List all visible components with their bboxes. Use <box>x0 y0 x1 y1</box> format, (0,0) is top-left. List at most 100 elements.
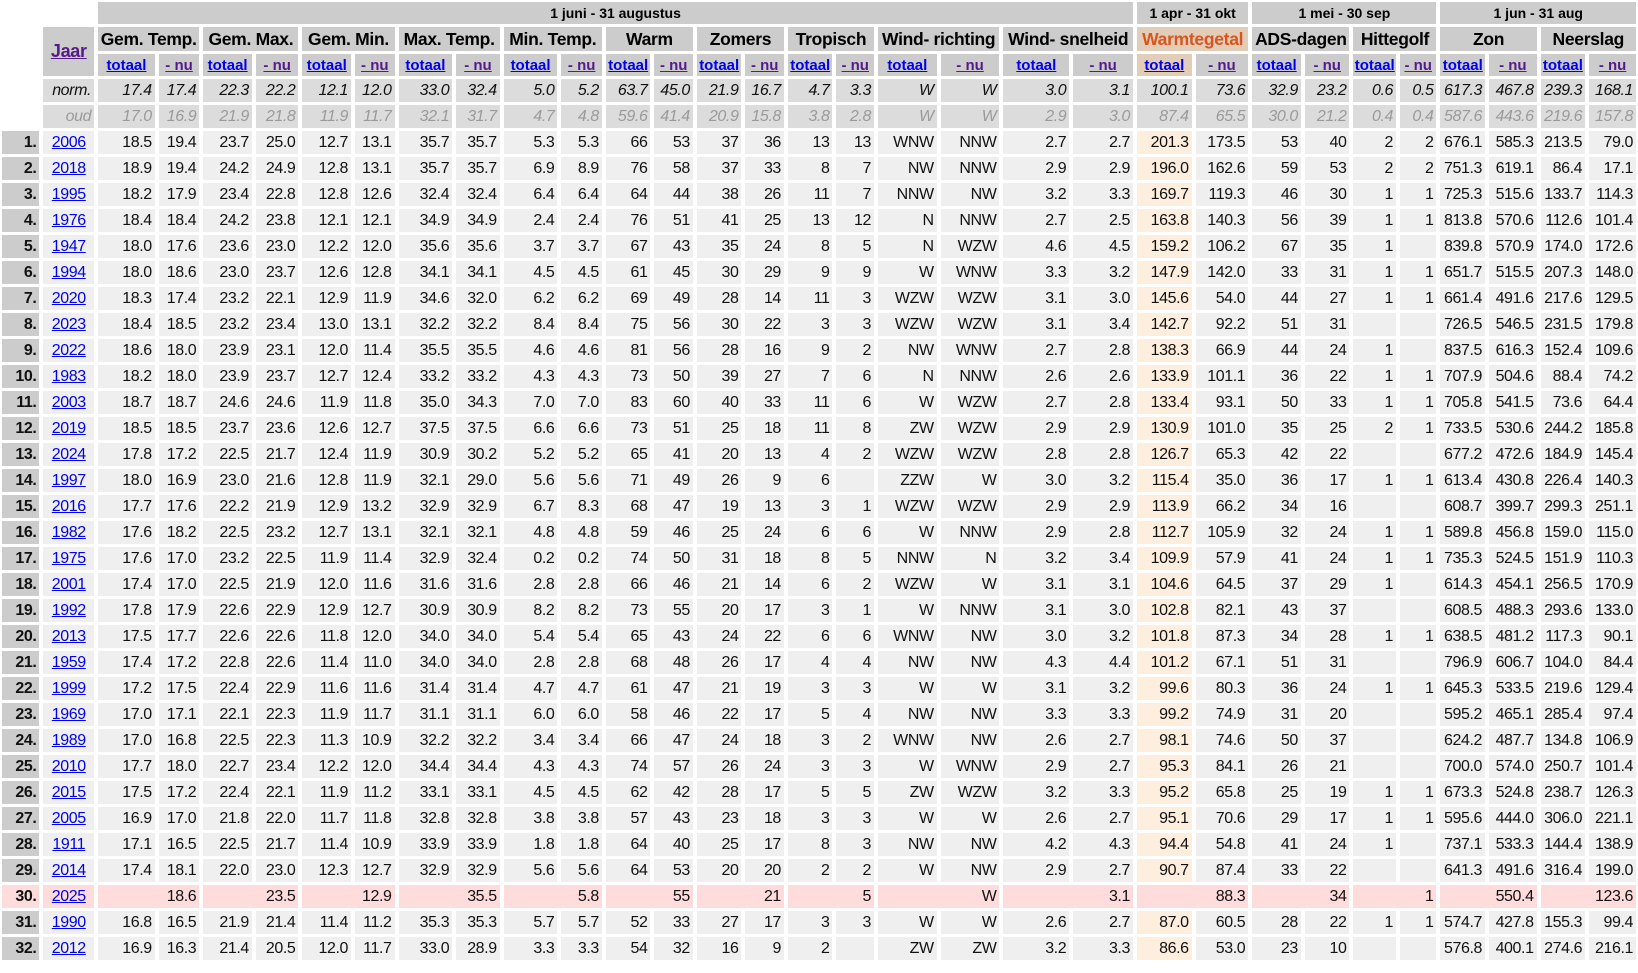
value-cell: 37 <box>1304 599 1350 622</box>
sort-nu-link[interactable]: - nu <box>464 57 492 74</box>
norm-value: 3.0 <box>1003 79 1070 102</box>
value-cell: 43 <box>1252 599 1301 622</box>
sort-totaal-link[interactable]: totaal <box>608 57 648 74</box>
value-cell: 576.8 <box>1440 937 1486 960</box>
value-cell: 3.1 <box>1003 313 1070 336</box>
value-cell: WZW <box>877 287 937 310</box>
sort-nu-link[interactable]: - nu <box>841 57 869 74</box>
sort-ads-dagen-nu: - nu <box>1304 54 1350 76</box>
sort-nu-link[interactable]: - nu <box>165 57 193 74</box>
sort-nu-link[interactable]: - nu <box>263 57 291 74</box>
sort-totaal-link[interactable]: totaal <box>887 57 927 74</box>
sort-nu-link[interactable]: - nu <box>956 57 984 74</box>
norm-label: norm. <box>43 79 95 102</box>
sort-gem-temp-totaal: totaal <box>98 54 155 76</box>
value-cell: 676.1 <box>1440 131 1486 154</box>
value-cell: 530.6 <box>1489 417 1537 440</box>
sort-totaal-link[interactable]: totaal <box>405 57 445 74</box>
sort-totaal-link[interactable]: totaal <box>1443 57 1483 74</box>
year-link[interactable]: 2005 <box>52 810 86 827</box>
sort-nu-link[interactable]: - nu <box>1313 57 1341 74</box>
year-link[interactable]: 2024 <box>52 446 86 463</box>
sort-nu-link[interactable]: - nu <box>660 57 688 74</box>
year-link[interactable]: 2025 <box>52 888 86 905</box>
sort-nu-link[interactable]: - nu <box>1404 57 1432 74</box>
year-link[interactable]: 2010 <box>52 758 86 775</box>
year-link[interactable]: 1982 <box>52 524 86 541</box>
sort-totaal-link[interactable]: totaal <box>1144 57 1184 74</box>
year-link[interactable]: 2020 <box>52 290 86 307</box>
rank-cell: 4. <box>2 209 40 232</box>
value-cell: 24 <box>1304 833 1350 856</box>
sort-totaal-link[interactable]: totaal <box>1355 57 1395 74</box>
sort-nu-link[interactable]: - nu <box>751 57 779 74</box>
sort-nu-link[interactable]: - nu <box>1208 57 1236 74</box>
sort-nu-link[interactable]: - nu <box>1499 57 1527 74</box>
year-link[interactable]: 1995 <box>52 186 86 203</box>
year-link[interactable]: 1992 <box>52 602 86 619</box>
value-cell: 49 <box>654 469 693 492</box>
sort-totaal-link[interactable]: totaal <box>1543 57 1583 74</box>
rank-cell: 30. <box>2 885 40 908</box>
sort-nu-link[interactable]: - nu <box>568 57 596 74</box>
year-link[interactable]: 1994 <box>52 264 86 281</box>
year-link[interactable]: 1969 <box>52 706 86 723</box>
year-link[interactable]: 2022 <box>52 342 86 359</box>
sort-totaal-link[interactable]: totaal <box>1016 57 1056 74</box>
year-link[interactable]: 2016 <box>52 498 86 515</box>
year-link[interactable]: 2019 <box>52 420 86 437</box>
sort-totaal-link[interactable]: totaal <box>307 57 347 74</box>
year-link[interactable]: 1997 <box>52 472 86 489</box>
year-link[interactable]: 1999 <box>52 680 86 697</box>
year-link[interactable]: 2023 <box>52 316 86 333</box>
value-cell: 73.6 <box>1540 391 1586 414</box>
value-cell: 34.0 <box>398 651 453 674</box>
year-link[interactable]: 2015 <box>52 784 86 801</box>
value-cell: 25.0 <box>255 131 299 154</box>
value-cell: 17 <box>745 781 784 804</box>
value-cell: 4.3 <box>561 365 602 388</box>
value-cell: 134.8 <box>1540 729 1586 752</box>
year-link[interactable]: 2003 <box>52 394 86 411</box>
sort-nu-link[interactable]: - nu <box>361 57 389 74</box>
sort-ads-dagen-totaal: totaal <box>1252 54 1301 76</box>
norm-value: 21.9 <box>696 79 742 102</box>
sort-totaal-link[interactable]: totaal <box>699 57 739 74</box>
year-link[interactable]: 1975 <box>52 550 86 567</box>
year-link[interactable]: 1976 <box>52 212 86 229</box>
sort-totaal-link[interactable]: totaal <box>511 57 551 74</box>
year-link[interactable]: 1990 <box>52 914 86 931</box>
table-row: 20. 2013 17.5 17.7 22.6 22.6 11.8 12.0 34.0 34.0 5… <box>2 625 1636 648</box>
sort-totaal-link[interactable]: totaal <box>1257 57 1297 74</box>
value-cell: 19.4 <box>158 157 200 180</box>
value-cell: 11.8 <box>302 625 352 648</box>
table-row: 27. 2005 16.9 17.0 21.8 22.0 11.7 11.8 32.8 32.8 3… <box>2 807 1636 830</box>
sort-totaal-link[interactable]: totaal <box>208 57 248 74</box>
year-link[interactable]: 1959 <box>52 654 86 671</box>
oud-value: W <box>877 105 937 128</box>
oud-value: 4.8 <box>561 105 602 128</box>
norm-value: 17.4 <box>98 79 155 102</box>
year-link[interactable]: 2018 <box>52 160 86 177</box>
year-link[interactable]: 2014 <box>52 862 86 879</box>
year-link[interactable]: 2012 <box>52 940 86 957</box>
value-cell: W <box>877 807 937 830</box>
sort-nu-link[interactable]: - nu <box>1089 57 1117 74</box>
sort-nu-link[interactable]: - nu <box>1599 57 1627 74</box>
sort-totaal-link[interactable]: totaal <box>790 57 830 74</box>
sort-by-year-link[interactable]: Jaar <box>51 41 87 61</box>
year-link[interactable]: 1983 <box>52 368 86 385</box>
year-link[interactable]: 1947 <box>52 238 86 255</box>
value-cell: 4.6 <box>1003 235 1070 258</box>
year-link[interactable]: 1989 <box>52 732 86 749</box>
value-cell: 25 <box>745 209 784 232</box>
value-cell: 13.1 <box>355 157 395 180</box>
year-link[interactable]: 2006 <box>52 134 86 151</box>
year-link[interactable]: 2013 <box>52 628 86 645</box>
year-link[interactable]: 2001 <box>52 576 86 593</box>
year-link[interactable]: 1911 <box>52 836 85 853</box>
value-cell: 17.0 <box>98 703 155 726</box>
value-cell: 32.9 <box>456 495 500 518</box>
sort-totaal-link[interactable]: totaal <box>106 57 146 74</box>
oud-label: oud <box>43 105 95 128</box>
